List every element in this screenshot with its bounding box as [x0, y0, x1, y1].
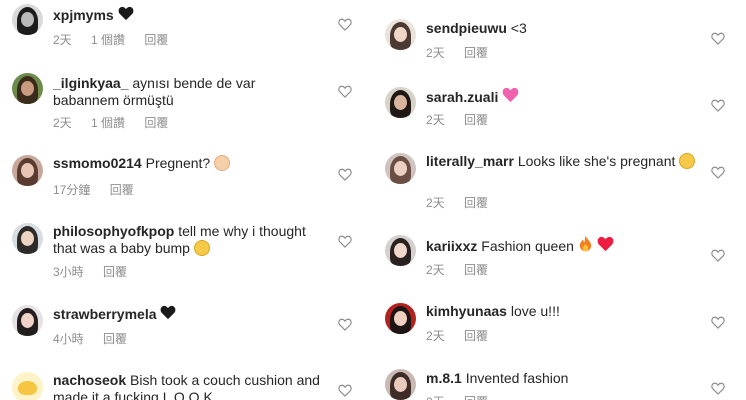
comment: _ilginkyaa_ aynısı bende de var babannem…: [0, 68, 373, 140]
comment-time: 2天: [426, 263, 445, 277]
heart-outline-icon[interactable]: [711, 249, 725, 262]
heart-outline-icon[interactable]: [338, 384, 352, 397]
comment-time: 2天: [426, 46, 445, 60]
comment-time: 2天: [426, 329, 445, 343]
reply-button[interactable]: 回覆: [464, 113, 488, 127]
comment-username[interactable]: ssmomo0214: [53, 155, 142, 171]
comment-time: 3小時: [53, 265, 84, 279]
comment-meta: 2天 回覆: [426, 393, 504, 400]
heart-outline-icon[interactable]: [711, 32, 725, 45]
red-heart-icon: [597, 236, 614, 252]
comment-username[interactable]: kimhyunaas: [426, 303, 507, 319]
black-heart-icon: [161, 305, 176, 320]
comment: xpjmyms 2天 1 個讚 回覆: [0, 0, 373, 62]
heart-outline-icon[interactable]: [338, 318, 352, 331]
comment-text: <3: [510, 20, 527, 36]
comment-time: 4小時: [53, 332, 84, 346]
comment-time: 2天: [53, 116, 72, 130]
comment-text: Invented fashion: [465, 370, 569, 386]
avatar[interactable]: [385, 303, 416, 334]
reply-button[interactable]: 回覆: [144, 116, 168, 130]
heart-outline-icon[interactable]: [711, 316, 725, 329]
comment-likes[interactable]: 1 個讚: [91, 33, 125, 47]
comment-meta: 2天 回覆: [426, 261, 504, 278]
comment-meta: 2天 回覆: [426, 194, 504, 211]
heart-outline-icon[interactable]: [338, 168, 352, 181]
comment-time: 2天: [53, 33, 72, 47]
heart-outline-icon[interactable]: [711, 99, 725, 112]
comment-username[interactable]: nachoseok: [53, 372, 126, 388]
crying-laughing-face-icon: [679, 153, 696, 169]
comment-text: love u!!!: [510, 303, 560, 319]
comment-meta: 17分鐘 回覆: [53, 181, 150, 198]
avatar[interactable]: [12, 4, 43, 35]
comment-time: 2天: [426, 113, 445, 127]
reply-button[interactable]: 回覆: [464, 196, 488, 210]
comment-username[interactable]: sarah.zuali: [426, 89, 498, 105]
comment-meta: 2天 1 個讚 回覆: [53, 114, 184, 131]
heart-outline-icon[interactable]: [338, 18, 352, 31]
avatar[interactable]: [385, 369, 416, 400]
comment: ssmomo0214 Pregnent? 17分鐘 回覆: [0, 150, 373, 205]
black-heart-icon: [118, 6, 133, 21]
avatar[interactable]: [385, 19, 416, 50]
reply-button[interactable]: 回覆: [464, 263, 488, 277]
avatar[interactable]: [12, 73, 43, 104]
reply-button[interactable]: 回覆: [464, 46, 488, 60]
comment-username[interactable]: literally_marr: [426, 153, 514, 169]
comments-column-left: xpjmyms 2天 1 個讚 回覆 _ilginkyaa_ aynısı be…: [0, 0, 373, 400]
fire-icon: [579, 235, 591, 252]
comment-meta: 4小時 回覆: [53, 330, 143, 347]
comment: kariixxz Fashion queen 2天 回覆: [373, 232, 746, 287]
crying-laughing-face-icon: [193, 240, 210, 256]
avatar[interactable]: [12, 155, 43, 186]
comment: literally_marr Looks like she's pregnant…: [373, 150, 746, 212]
comment-text: Looks like she's pregnant: [517, 153, 676, 169]
comment: philosophyofkpop tell me why i thought t…: [0, 218, 373, 280]
comment-meta: 3小時 回覆: [53, 263, 143, 280]
reply-button[interactable]: 回覆: [144, 33, 168, 47]
comment: sarah.zuali 2天 回覆: [373, 84, 746, 139]
comment-username[interactable]: philosophyofkpop: [53, 223, 174, 239]
reply-button[interactable]: 回覆: [464, 329, 488, 343]
reply-button[interactable]: 回覆: [103, 332, 127, 346]
comment-meta: 2天 回覆: [426, 44, 504, 61]
reply-button[interactable]: 回覆: [103, 265, 127, 279]
avatar[interactable]: [12, 223, 43, 254]
reply-button[interactable]: 回覆: [464, 395, 488, 400]
comment-username[interactable]: strawberrymela: [53, 306, 157, 322]
comment-username[interactable]: _ilginkyaa_: [53, 75, 129, 91]
comment: m.8.1 Invented fashion 2天 回覆: [373, 366, 746, 400]
heart-outline-icon[interactable]: [711, 382, 725, 395]
sparkling-heart-icon: [502, 87, 519, 103]
comment-time: 17分鐘: [53, 183, 91, 197]
comment-meta: 2天 1 個讚 回覆: [53, 31, 184, 48]
comment: nachoseok Bish took a couch cushion and …: [0, 368, 373, 400]
avatar[interactable]: [385, 153, 416, 184]
comment-likes[interactable]: 1 個讚: [91, 116, 125, 130]
comment: kimhyunaas love u!!! 2天 回覆: [373, 300, 746, 355]
comment: sendpieuwu <3 2天 回覆: [373, 15, 746, 70]
comments-column-right: sendpieuwu <3 2天 回覆 sarah.zuali 2天 回覆 li…: [373, 0, 746, 400]
comment-username[interactable]: xpjmyms: [53, 7, 114, 23]
heart-outline-icon[interactable]: [338, 85, 352, 98]
comment: strawberrymela 4小時 回覆: [0, 300, 373, 355]
comment-time: 2天: [426, 196, 445, 210]
comment-meta: 2天 回覆: [426, 327, 504, 344]
comment-text: Pregnent?: [145, 155, 211, 171]
reply-button[interactable]: 回覆: [110, 183, 134, 197]
comment-meta: 2天 回覆: [426, 111, 504, 128]
avatar[interactable]: [12, 372, 43, 400]
heart-outline-icon[interactable]: [711, 166, 725, 179]
heart-outline-icon[interactable]: [338, 235, 352, 248]
comment-username[interactable]: kariixxz: [426, 238, 477, 254]
comment-text: Fashion queen: [481, 238, 574, 254]
avatar[interactable]: [385, 235, 416, 266]
baby-face-icon: [214, 155, 231, 171]
avatar[interactable]: [12, 305, 43, 336]
comment-time: 2天: [426, 395, 445, 400]
avatar[interactable]: [385, 87, 416, 118]
comment-username[interactable]: sendpieuwu: [426, 20, 507, 36]
comment-username[interactable]: m.8.1: [426, 370, 462, 386]
